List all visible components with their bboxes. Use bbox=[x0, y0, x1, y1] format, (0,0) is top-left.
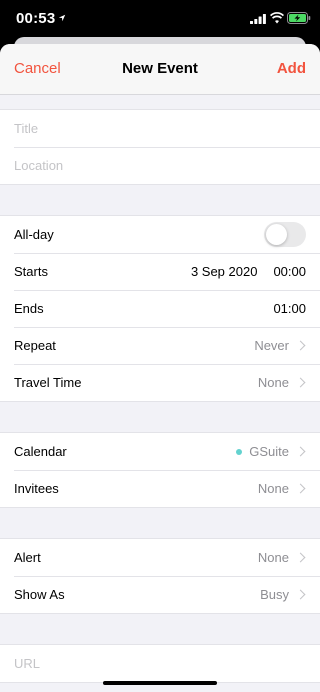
ends-row[interactable]: Ends 01:00 bbox=[0, 290, 320, 327]
status-time: 00:53 bbox=[16, 10, 56, 27]
toggle-knob bbox=[266, 224, 287, 245]
calendar-value: GSuite bbox=[249, 444, 289, 459]
show-as-row[interactable]: Show As Busy bbox=[0, 576, 320, 613]
chevron-right-icon bbox=[295, 483, 306, 494]
starts-row[interactable]: Starts 3 Sep 2020 00:00 bbox=[0, 253, 320, 290]
chevron-right-icon bbox=[295, 589, 306, 600]
url-placeholder: URL bbox=[14, 656, 41, 671]
show-as-label: Show As bbox=[14, 587, 65, 602]
wifi-icon bbox=[270, 12, 284, 24]
travel-time-label: Travel Time bbox=[14, 375, 82, 390]
calendar-label: Calendar bbox=[14, 444, 67, 459]
travel-time-row[interactable]: Travel Time None bbox=[0, 364, 320, 401]
url-group: URL bbox=[0, 644, 320, 683]
chevron-right-icon bbox=[295, 340, 306, 351]
starts-time[interactable]: 00:00 bbox=[273, 264, 306, 279]
starts-label: Starts bbox=[14, 264, 48, 279]
ends-label: Ends bbox=[14, 301, 44, 316]
alert-label: Alert bbox=[14, 550, 41, 565]
ends-time[interactable]: 01:00 bbox=[273, 301, 306, 316]
invitees-value: None bbox=[257, 481, 289, 496]
invitees-row[interactable]: Invitees None bbox=[0, 470, 320, 507]
chevron-right-icon bbox=[295, 552, 306, 563]
show-as-value: Busy bbox=[260, 587, 289, 602]
navigation-bar: Cancel New Event Add bbox=[0, 44, 320, 95]
title-location-group: Title Location bbox=[0, 109, 320, 185]
location-field[interactable]: Location bbox=[0, 147, 320, 184]
home-indicator bbox=[103, 681, 217, 685]
all-day-label: All-day bbox=[14, 227, 54, 242]
time-group: All-day Starts 3 Sep 2020 00:00 Ends 01:… bbox=[0, 215, 320, 402]
invitees-label: Invitees bbox=[14, 481, 59, 496]
alert-group: Alert None Show As Busy bbox=[0, 538, 320, 614]
title-placeholder: Title bbox=[14, 121, 39, 136]
all-day-toggle[interactable] bbox=[264, 222, 306, 247]
location-arrow-icon bbox=[58, 14, 66, 22]
url-field[interactable]: URL bbox=[0, 645, 320, 682]
all-day-row: All-day bbox=[0, 216, 320, 253]
add-button[interactable]: Add bbox=[277, 60, 306, 77]
calendar-row[interactable]: Calendar GSuite bbox=[0, 433, 320, 470]
travel-time-value: None bbox=[257, 375, 289, 390]
new-event-sheet: Cancel New Event Add Title Location All-… bbox=[0, 44, 320, 692]
chevron-right-icon bbox=[295, 446, 306, 457]
alert-row[interactable]: Alert None bbox=[0, 539, 320, 576]
calendar-group: Calendar GSuite Invitees None bbox=[0, 432, 320, 508]
starts-date[interactable]: 3 Sep 2020 bbox=[191, 264, 258, 279]
repeat-row[interactable]: Repeat Never bbox=[0, 327, 320, 364]
alert-value: None bbox=[257, 550, 289, 565]
repeat-label: Repeat bbox=[14, 338, 56, 353]
page-title: New Event bbox=[122, 60, 198, 77]
calendar-color-dot bbox=[236, 448, 243, 455]
status-bar: 00:53 bbox=[0, 0, 320, 38]
chevron-right-icon bbox=[295, 377, 306, 388]
repeat-value: Never bbox=[254, 338, 289, 353]
title-field[interactable]: Title bbox=[0, 110, 320, 147]
cellular-signal-icon bbox=[250, 14, 266, 24]
battery-charging-icon bbox=[287, 12, 311, 24]
location-placeholder: Location bbox=[14, 158, 64, 173]
